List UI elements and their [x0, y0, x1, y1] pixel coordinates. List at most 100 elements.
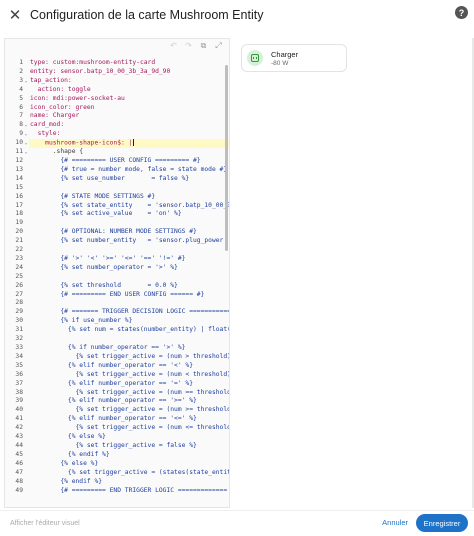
code-text: {% set active_value = 'on' %}: [30, 210, 182, 218]
undo-icon[interactable]: ↶: [169, 41, 178, 51]
redo-icon[interactable]: ↷: [184, 41, 193, 51]
code-text: {% if use_number %}: [30, 317, 133, 325]
code-text: {% set state_entity = 'sensor.batp_10_00…: [30, 201, 229, 209]
code-line[interactable]: 14 {% set use_number = false %}: [5, 175, 229, 184]
code-text: {# STATE MODE SETTINGS #}: [30, 192, 156, 200]
code-text: {% elif number_operator == '<' %}: [30, 361, 194, 369]
line-number: 11: [15, 148, 23, 156]
code-line[interactable]: 24 {% set number_operator = '>' %}: [5, 264, 229, 273]
line-number: 27: [15, 290, 23, 298]
code-text: {% elif number_operator == '>=' %}: [30, 397, 197, 405]
editor-scrollbar[interactable]: [225, 65, 228, 251]
code-line[interactable]: 33 {% if number_operator == '>' %}: [5, 344, 229, 353]
code-line[interactable]: 10 ⌄ mushroom-shape-icon$: |: [5, 139, 229, 149]
cancel-button[interactable]: Annuler: [382, 518, 408, 527]
code-line[interactable]: 2 entity: sensor.batp_10_00_3b_3a_9d_90: [5, 68, 229, 77]
code-line[interactable]: 7 name: Charger: [5, 112, 229, 121]
code-line[interactable]: 8 ⌄ card_mod:: [5, 121, 229, 130]
text-cursor: [133, 139, 135, 147]
line-number: 38: [15, 388, 23, 396]
code-line[interactable]: 29 {# ======= TRIGGER DECISION LOGIC ===…: [5, 308, 229, 317]
code-line[interactable]: 49 {# ========= END TRIGGER LOGIC ======…: [5, 487, 229, 496]
code-line[interactable]: 38 {% set trigger_active = (num == thres…: [5, 389, 229, 398]
code-line[interactable]: 26 {% set threshold = 0.0 %}: [5, 282, 229, 291]
code-line[interactable]: 41 {% elif number_operator == '<=' %}: [5, 415, 229, 424]
code-line[interactable]: 11 ⌄ .shape {: [5, 148, 229, 157]
code-line[interactable]: 36 {% set trigger_active = (num < thresh…: [5, 371, 229, 380]
code-line[interactable]: 31 {% set num = states(number_entity) | …: [5, 326, 229, 335]
line-number: 36: [15, 370, 23, 378]
close-icon[interactable]: ✕: [4, 4, 26, 26]
code-line[interactable]: 37 {% elif number_operator == '=' %}: [5, 380, 229, 389]
line-number: 31: [15, 326, 23, 334]
code-line[interactable]: 3 ⌄ tap_action:: [5, 77, 229, 86]
code-line[interactable]: 12 {# ========= USER CONFIG ========= #}: [5, 157, 229, 166]
code-text: {% else %}: [30, 433, 106, 441]
code-line[interactable]: 32: [5, 335, 229, 344]
code-line[interactable]: 13 {# true = number mode, false = state …: [5, 166, 229, 175]
code-line[interactable]: 21 {% set number_entity = 'sensor.plug_p…: [5, 237, 229, 246]
line-number: 19: [15, 219, 23, 227]
line-number: 22: [15, 246, 23, 254]
line-number: 48: [15, 477, 23, 485]
code-text: {% set trigger_active = (num >= threshol…: [30, 406, 229, 414]
code-line[interactable]: 23 {# '>' '<' '>=' '<=' '==' '!=' #}: [5, 255, 229, 264]
code-line[interactable]: 25: [5, 273, 229, 282]
line-number: 30: [15, 317, 23, 325]
code-line[interactable]: 30 {% if use_number %}: [5, 317, 229, 326]
code-text: {% set trigger_active = (num < threshold…: [30, 370, 229, 378]
line-number: 1: [19, 59, 23, 66]
code-text: {# true = number mode, false = state mod…: [30, 165, 228, 173]
code-line[interactable]: 4 action: toggle: [5, 86, 229, 95]
code-line[interactable]: 45 {% endif %}: [5, 451, 229, 460]
code-text: {# '>' '<' '>=' '<=' '==' '!=' #}: [30, 254, 186, 262]
code-line[interactable]: 40 {% set trigger_active = (num >= thres…: [5, 406, 229, 415]
expand-icon[interactable]: ⤢: [214, 41, 223, 51]
code-text: action: toggle: [30, 85, 91, 93]
code-line[interactable]: 17 {% set state_entity = 'sensor.batp_10…: [5, 202, 229, 211]
show-visual-editor-button[interactable]: Afficher l'éditeur visuel: [10, 520, 80, 527]
code-area[interactable]: 1 type: custom:mushroom-entity-card 2 entit…: [5, 59, 229, 507]
code-line[interactable]: 27 {# ========= END USER CONFIG ====== #…: [5, 291, 229, 300]
code-line[interactable]: 15: [5, 184, 229, 193]
code-line[interactable]: 5 icon: mdi:power-socket-au: [5, 95, 229, 104]
code-line[interactable]: 22: [5, 246, 229, 255]
code-line[interactable]: 44 {% set trigger_active = false %}: [5, 442, 229, 451]
line-number: 17: [15, 201, 23, 209]
line-number: 23: [15, 254, 23, 262]
code-line[interactable]: 47 {% set trigger_active = (states(state…: [5, 469, 229, 478]
line-number: 8: [19, 121, 23, 129]
copy-icon[interactable]: ⧉: [199, 41, 208, 51]
code-text: {% endif %}: [30, 450, 110, 458]
code-line[interactable]: 35 {% elif number_operator == '<' %}: [5, 362, 229, 371]
mushroom-entity-card-preview[interactable]: Charger -80 W: [241, 44, 347, 72]
code-line[interactable]: 46 {% else %}: [5, 460, 229, 469]
code-line[interactable]: 9 ⌄ style:: [5, 130, 229, 139]
line-number: 4: [19, 85, 23, 93]
code-text: {# ========= USER CONFIG ========= #}: [30, 156, 201, 164]
line-number: 12: [15, 156, 23, 164]
code-line[interactable]: 42 {% set trigger_active = (num <= thres…: [5, 424, 229, 433]
code-line[interactable]: 19: [5, 219, 229, 228]
code-text: {# OPTIONAL: NUMBER MODE SETTINGS #}: [30, 228, 197, 236]
code-line[interactable]: 34 {% set trigger_active = (num > thresh…: [5, 353, 229, 362]
line-number: 3: [19, 76, 23, 84]
code-line[interactable]: 48 {% endif %}: [5, 478, 229, 487]
code-line[interactable]: 20 {# OPTIONAL: NUMBER MODE SETTINGS #}: [5, 228, 229, 237]
code-line[interactable]: 28: [5, 299, 229, 308]
line-number: 9: [19, 130, 23, 138]
line-number: 10: [15, 139, 23, 147]
yaml-code-editor[interactable]: ↶ ↷ ⧉ ⤢ 1 type: custom:mushroom-entity-ca…: [4, 38, 230, 508]
code-line[interactable]: 1 type: custom:mushroom-entity-card: [5, 59, 229, 68]
line-number: 35: [15, 361, 23, 369]
code-line[interactable]: 16 {# STATE MODE SETTINGS #}: [5, 193, 229, 202]
code-line[interactable]: 39 {% elif number_operator == '>=' %}: [5, 397, 229, 406]
save-button[interactable]: Enregistrer: [416, 514, 468, 532]
help-icon[interactable]: ?: [455, 6, 468, 19]
code-line[interactable]: 43 {% else %}: [5, 433, 229, 442]
code-line[interactable]: 18 {% set active_value = 'on' %}: [5, 210, 229, 219]
code-line[interactable]: 6 icon_color: green: [5, 104, 229, 113]
line-number: 39: [15, 397, 23, 405]
